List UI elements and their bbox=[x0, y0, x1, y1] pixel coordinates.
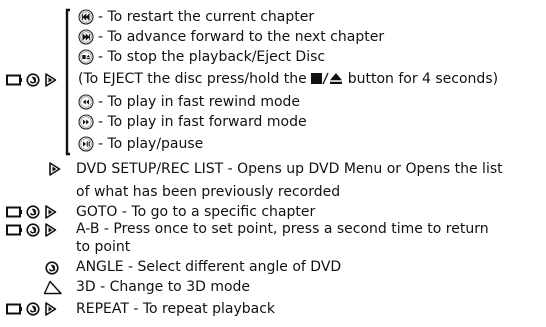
repeat-text: REPEAT - To repeat playback bbox=[76, 301, 276, 317]
3d-text: 3D - Change to 3D mode bbox=[76, 279, 251, 295]
goto-camera-icon bbox=[6, 206, 22, 218]
fast-forward-text: - To play in fast forward mode bbox=[98, 114, 307, 130]
fast-forward-icon[interactable] bbox=[78, 114, 94, 130]
angle-dial-icon bbox=[45, 261, 59, 275]
ab-camera-icon bbox=[6, 224, 22, 236]
fast-rewind-icon[interactable] bbox=[78, 94, 94, 110]
angle-text: ANGLE - Select different angle of DVD bbox=[76, 259, 342, 275]
ab-text-line1: A-B - Press once to set point, press a s… bbox=[76, 221, 489, 237]
repeat-menu-icon bbox=[44, 302, 58, 316]
setup-text-line2: of what has been previously recorded bbox=[76, 184, 341, 200]
ab-angle-icon bbox=[26, 223, 40, 237]
next-chapter-icon[interactable] bbox=[78, 29, 94, 45]
menu-icon bbox=[44, 73, 58, 87]
eject-note-after: button for 4 seconds) bbox=[343, 71, 499, 87]
play-pause-icon[interactable] bbox=[78, 136, 94, 152]
play-pause-text: - To play/pause bbox=[98, 136, 204, 152]
camera-icon bbox=[6, 74, 22, 86]
3d-icon bbox=[43, 280, 63, 295]
ab-text-line2: to point bbox=[76, 239, 131, 255]
setup-menu-icon bbox=[48, 162, 62, 176]
fast-rewind-text: - To play in fast rewind mode bbox=[98, 94, 301, 110]
restart-chapter-text: - To restart the current chapter bbox=[98, 9, 315, 25]
stop-eject-text: - To stop the playback/Eject Disc bbox=[98, 49, 326, 65]
goto-menu-icon bbox=[44, 205, 58, 219]
eject-note-before: (To EJECT the disc press/hold the bbox=[78, 71, 312, 87]
ab-menu-icon bbox=[44, 223, 58, 237]
eject-note: (To EJECT the disc press/hold the button… bbox=[78, 70, 498, 88]
setup-text-line1: DVD SETUP/REC LIST - Opens up DVD Menu o… bbox=[76, 161, 503, 177]
angle-icon bbox=[26, 73, 40, 87]
stop-eject-symbol-icon bbox=[311, 72, 343, 85]
stop-eject-icon[interactable] bbox=[78, 49, 94, 65]
repeat-camera-icon bbox=[6, 303, 22, 315]
goto-angle-icon bbox=[26, 205, 40, 219]
repeat-angle-icon bbox=[26, 302, 40, 316]
transport-bracket bbox=[65, 8, 70, 156]
restart-chapter-icon[interactable] bbox=[78, 9, 94, 25]
goto-text: GOTO - To go to a specific chapter bbox=[76, 204, 316, 220]
next-chapter-text: - To advance forward to the next chapter bbox=[98, 29, 385, 45]
